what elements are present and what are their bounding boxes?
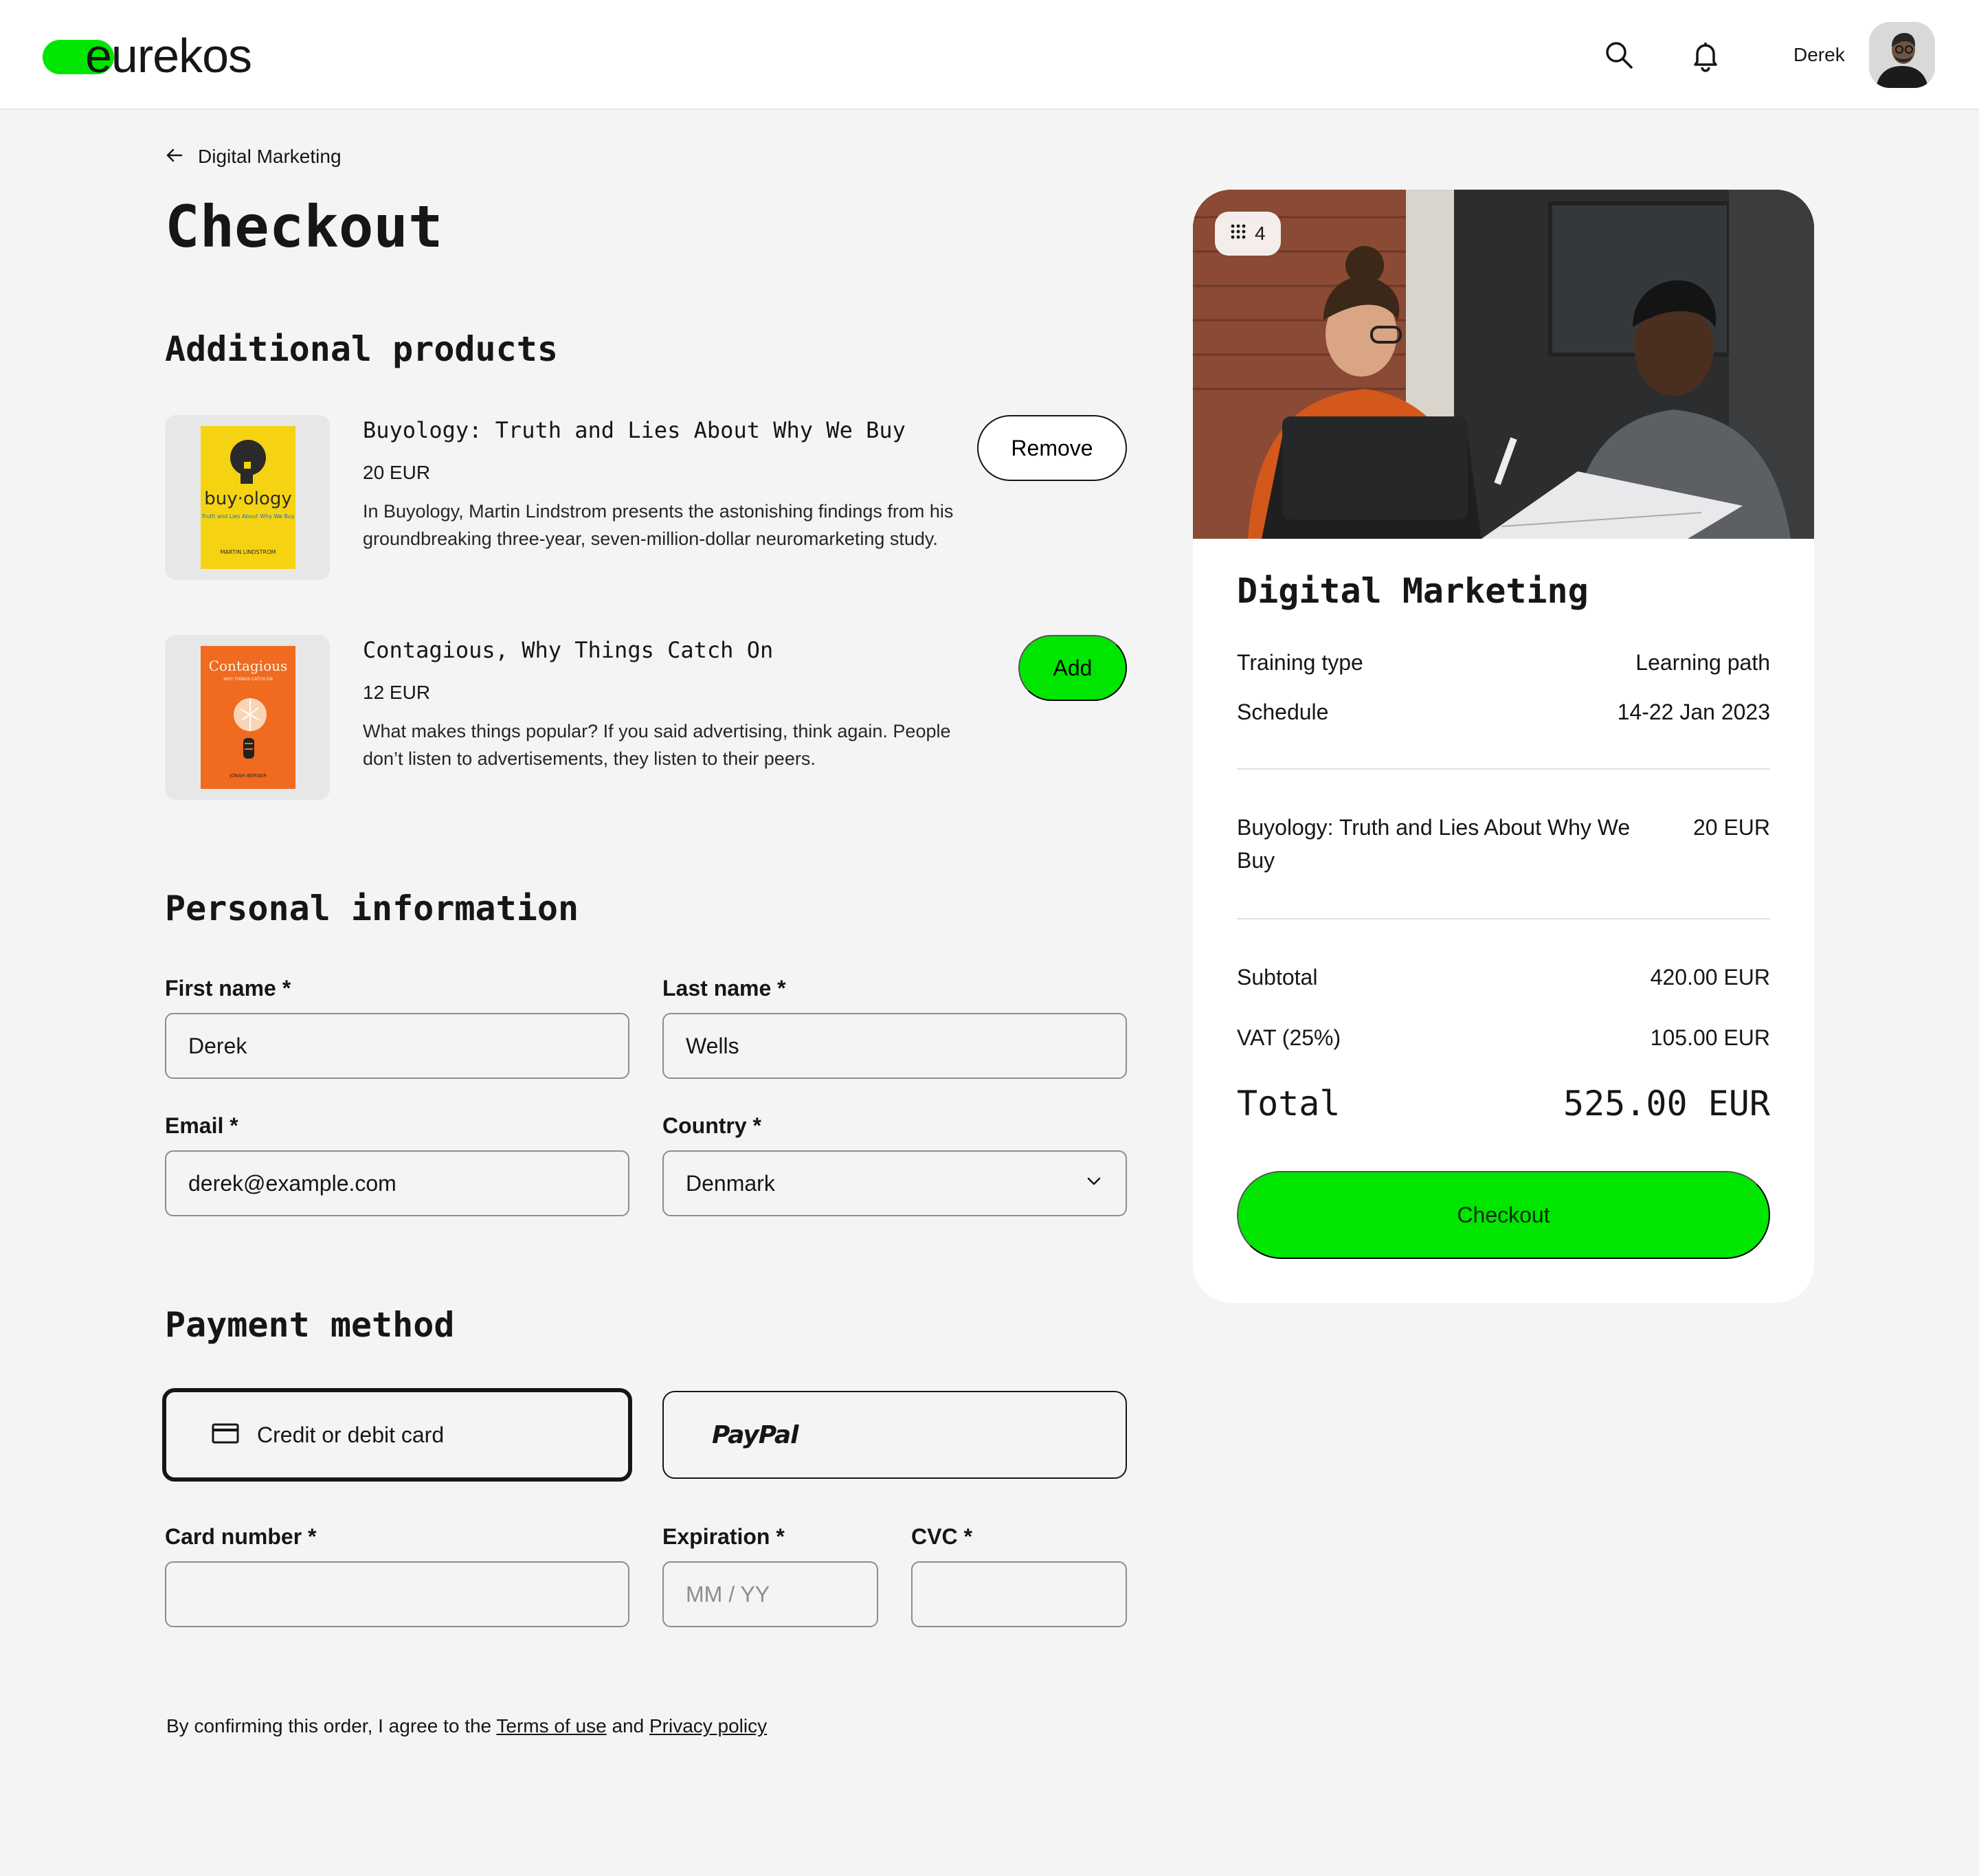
- user-name[interactable]: Derek: [1793, 41, 1845, 69]
- schedule-value: 14-22 Jan 2023: [1617, 700, 1770, 724]
- training-type-value: Learning path: [1635, 650, 1770, 675]
- product-description: In Buyology, Martin Lindstrom presents t…: [363, 501, 954, 549]
- terms-middle: and: [606, 1715, 649, 1737]
- subtotal-label: Subtotal: [1237, 965, 1318, 990]
- product-item: buy·ology Truth and Lies About Why We Bu…: [165, 415, 1127, 580]
- line-item-name: Buyology: Truth and Lies About Why We Bu…: [1237, 815, 1631, 873]
- product-name: Contagious, Why Things Catch On: [363, 637, 774, 663]
- schedule-label: Schedule: [1237, 700, 1329, 724]
- expiration-field[interactable]: [662, 1561, 878, 1627]
- country-value: Denmark: [686, 1170, 775, 1196]
- last-name-field[interactable]: [662, 1013, 1127, 1079]
- payment-option-card[interactable]: Credit or debit card: [162, 1388, 632, 1482]
- cvc-field[interactable]: [911, 1561, 1127, 1627]
- cover-subtitle: WHY THINGS CATCH ON: [223, 677, 273, 682]
- cover-author: MARTIN LINDSTROM: [221, 549, 276, 555]
- terms-of-use-link[interactable]: Terms of use: [496, 1715, 606, 1737]
- product-thumbnail: buy·ology Truth and Lies About Why We Bu…: [165, 415, 330, 580]
- product-item: Contagious WHY THINGS CATCH ON JONAH BER…: [165, 635, 1127, 800]
- chevron-down-icon: [1084, 1171, 1104, 1196]
- payment-option-card-label: Credit or debit card: [257, 1422, 445, 1447]
- product-description: What makes things popular? If you said a…: [363, 721, 951, 769]
- search-icon[interactable]: [1601, 37, 1637, 73]
- privacy-policy-link[interactable]: Privacy policy: [649, 1715, 767, 1737]
- payment-method-title: Payment method: [165, 1305, 455, 1345]
- subtotal-row: Subtotal 420.00 EUR: [1237, 961, 1770, 994]
- cover-title: buy·ology: [204, 489, 292, 509]
- cover-title: Contagious: [209, 658, 288, 674]
- vat-label: VAT (25%): [1237, 1025, 1341, 1050]
- country-select[interactable]: Denmark: [662, 1150, 1127, 1216]
- training-type-row: Training type Learning path: [1237, 646, 1770, 679]
- course-image: 4: [1193, 190, 1814, 539]
- add-product-button[interactable]: Add: [1018, 635, 1127, 701]
- personal-information-title: Personal information: [165, 889, 579, 928]
- cvc-label: CVC *: [911, 1524, 972, 1549]
- bell-icon[interactable]: [1688, 37, 1723, 73]
- paypal-logo: PayPal: [712, 1420, 798, 1449]
- vat-value: 105.00 EUR: [1650, 1025, 1770, 1050]
- credit-card-icon: [212, 1422, 239, 1448]
- line-item-row: Buyology: Truth and Lies About Why We Bu…: [1237, 811, 1770, 877]
- terms-prefix: By confirming this order, I agree to the: [166, 1715, 497, 1737]
- card-number-label: Card number *: [165, 1524, 317, 1549]
- top-bar: eurekos Derek: [0, 0, 1979, 110]
- additional-products-title: Additional products: [165, 329, 558, 369]
- back-link-label: Digital Marketing: [198, 146, 342, 167]
- expiration-label: Expiration *: [662, 1524, 785, 1549]
- divider: [1237, 918, 1770, 919]
- total-value: 525.00 EUR: [1563, 1084, 1770, 1124]
- email-label: Email *: [165, 1113, 238, 1138]
- logo-text: eurekos: [85, 29, 252, 82]
- page-title: Checkout: [165, 193, 443, 260]
- schedule-row: Schedule 14-22 Jan 2023: [1237, 695, 1770, 728]
- terms-text: By confirming this order, I agree to the…: [166, 1712, 767, 1740]
- cover-subtitle: Truth and Lies About Why We Buy: [201, 513, 295, 520]
- line-item-price: 20 EUR: [1692, 815, 1770, 840]
- arrow-left-icon: [165, 146, 184, 168]
- last-name-label: Last name *: [662, 976, 786, 1001]
- order-summary-card: 4 Digital Marketing Training type Learni…: [1193, 190, 1814, 1303]
- subtotal-value: 420.00 EUR: [1650, 965, 1770, 990]
- card-number-field[interactable]: [165, 1561, 629, 1627]
- divider: [1237, 768, 1770, 770]
- back-link[interactable]: Digital Marketing: [165, 143, 342, 170]
- payment-option-paypal[interactable]: PayPal: [662, 1391, 1127, 1479]
- email-field[interactable]: [165, 1150, 629, 1216]
- checkout-button[interactable]: Checkout: [1237, 1171, 1770, 1259]
- total-row: Total 525.00 EUR: [1237, 1083, 1770, 1124]
- first-name-field[interactable]: [165, 1013, 629, 1079]
- first-name-label: First name *: [165, 976, 291, 1001]
- module-count-badge: 4: [1215, 212, 1281, 256]
- avatar[interactable]: [1869, 22, 1935, 88]
- remove-product-button[interactable]: Remove: [977, 415, 1127, 481]
- module-count: 4: [1255, 223, 1266, 244]
- product-price: 12 EUR: [363, 682, 431, 703]
- cover-author: JONAH BERGER: [229, 773, 267, 779]
- vat-row: VAT (25%) 105.00 EUR: [1237, 1021, 1770, 1054]
- course-title: Digital Marketing: [1237, 571, 1589, 611]
- product-thumbnail: Contagious WHY THINGS CATCH ON JONAH BER…: [165, 635, 330, 800]
- country-label: Country *: [662, 1113, 761, 1138]
- training-type-label: Training type: [1237, 650, 1363, 675]
- product-name: Buyology: Truth and Lies About Why We Bu…: [363, 417, 906, 443]
- product-price: 20 EUR: [363, 462, 431, 483]
- logo[interactable]: eurekos: [43, 25, 276, 87]
- total-label: Total: [1237, 1084, 1341, 1124]
- grid-icon: [1230, 223, 1246, 245]
